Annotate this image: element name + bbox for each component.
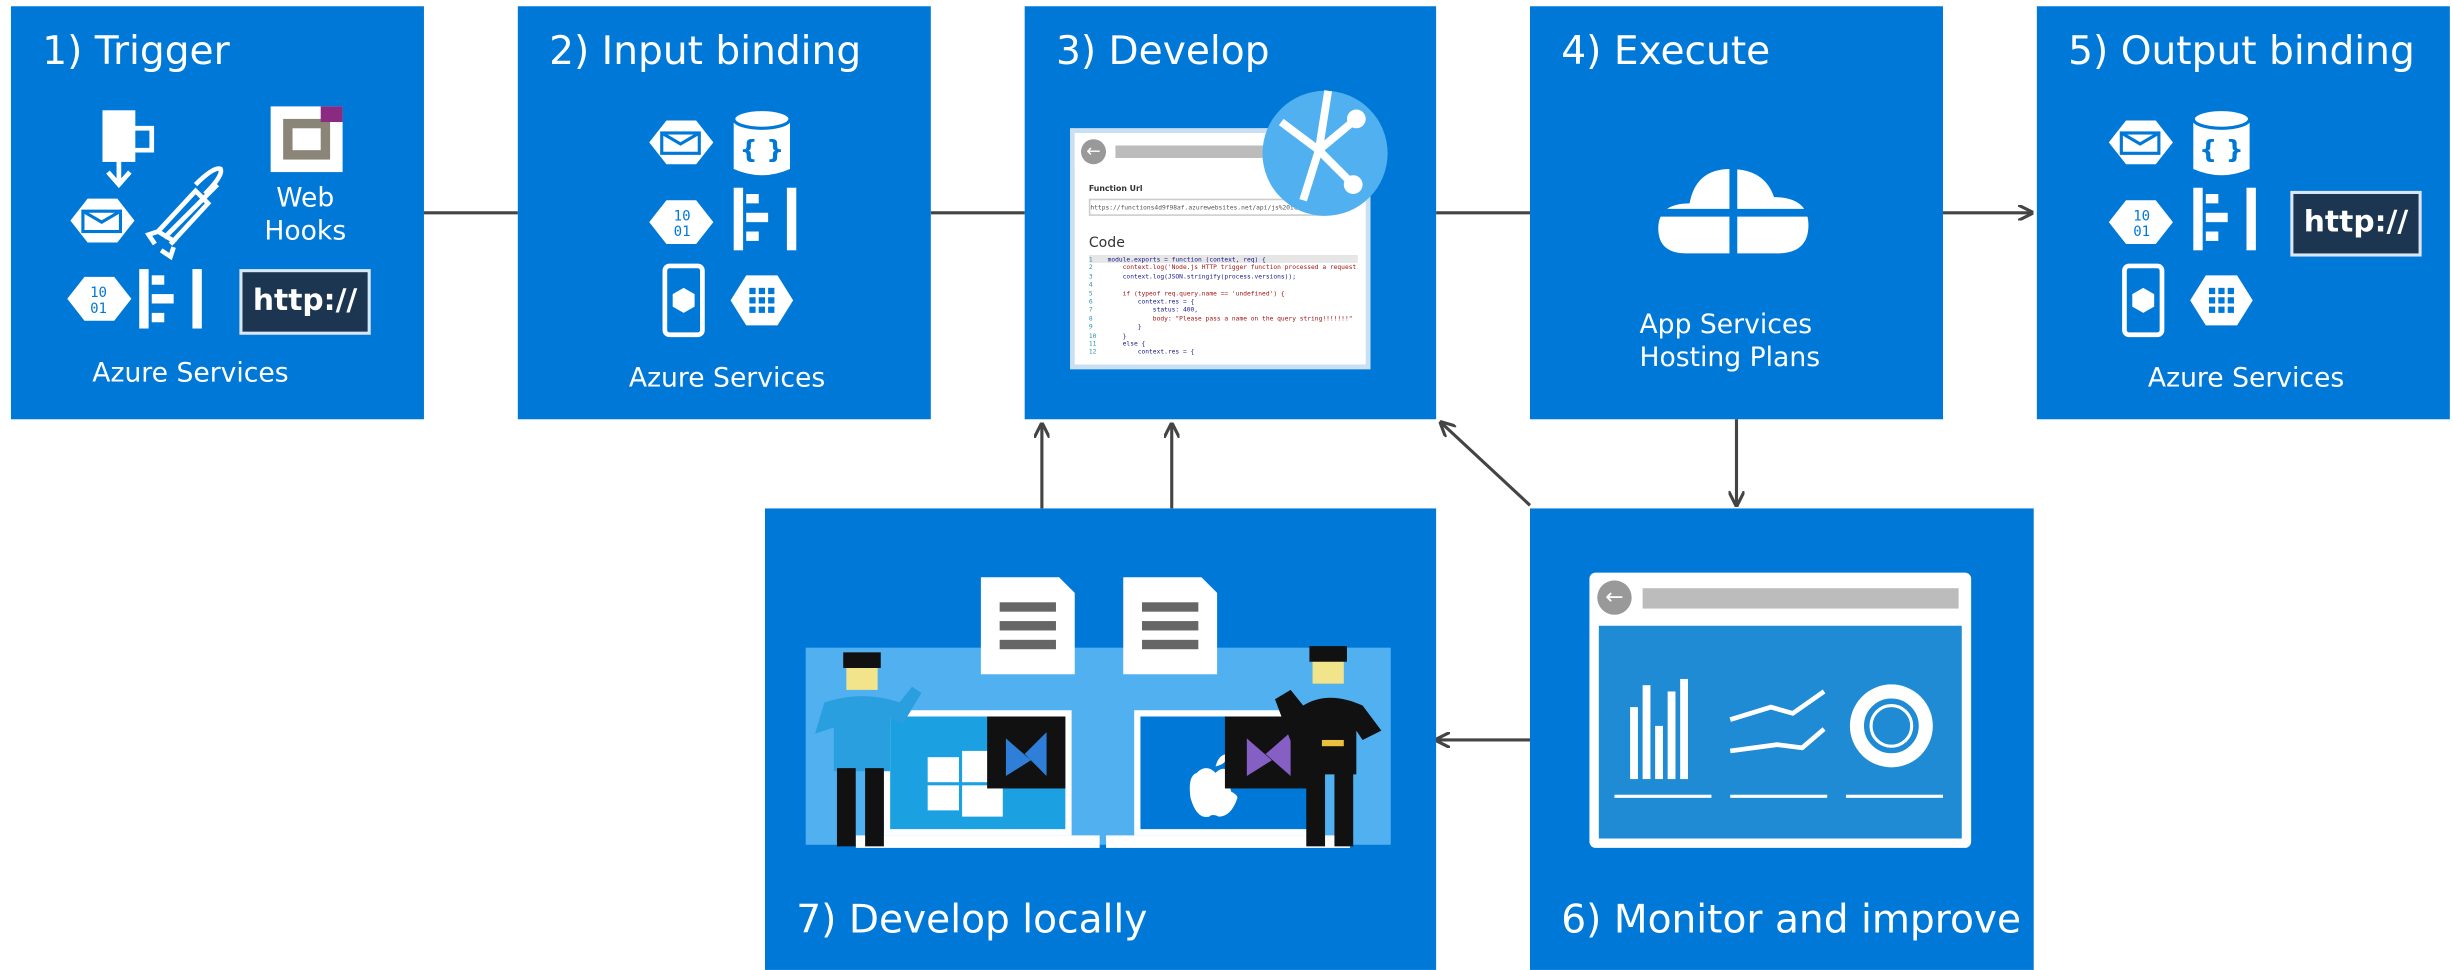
address-bar [1115,145,1272,159]
code-text: status: 400, [1107,305,1199,314]
person-developer-icon [815,652,922,847]
line-chart-icon [1729,689,1828,798]
cloud-icon [1658,168,1812,257]
line-number: 11 [1088,339,1097,348]
back-arrow-icon: ← [1081,139,1107,165]
code-text: context.log(JSON.stringify(process.versi… [1107,271,1296,280]
code-text: else { [1107,339,1146,348]
step-input-binding: 2) Input binding { } 10 01 Azure Service… [517,6,931,420]
line-number: 10 [1088,330,1097,339]
svg-text:{ }: { } [740,135,784,164]
code-line: 5 if (typeof req.query.name == 'undefine… [1089,289,1358,297]
line-number: 5 [1088,288,1093,297]
line-number: 12 [1088,347,1097,356]
step-title: 6) Monitor and improve [1561,896,2022,942]
code-line: 8 body: "Please pass a name on the query… [1089,314,1358,322]
line-number: 2 [1088,263,1093,272]
code-line: 12 context.res = { [1089,348,1358,356]
event-hub-icon [2193,187,2256,251]
caption-azure-services: Azure Services [2147,362,2345,395]
code-line: 3 context.log(JSON.stringify(process.ver… [1089,272,1358,280]
caption-azure-services: Azure Services [628,362,826,395]
table-grid-icon [2190,275,2253,326]
table-grid-icon [730,275,794,326]
function-download-icon [102,110,155,189]
code-line: 6 context.res = { [1089,297,1358,305]
code-text: if (typeof req.query.name == 'undefined'… [1107,288,1285,297]
code-line: 7 status: 400, [1089,306,1358,314]
monitor-dashboard-window: ← [1589,572,1972,848]
step-output-binding: 5) Output binding { } 10 01 http:// Azur… [2036,6,2450,420]
bar-chart-icon [1614,678,1712,798]
code-line: 10 } [1089,331,1358,339]
code-line: 1 module.exports = function (context, req… [1088,254,1358,264]
line-number: 4 [1088,280,1093,289]
workflow-diagram: 1) Trigger 10 01 Web Hooks http:// Azure… [0,0,2453,970]
back-arrow-icon: ← [1597,580,1632,615]
mobile-app-icon [2122,263,2165,338]
svg-text:01: 01 [674,224,691,240]
line-number: 9 [1088,322,1093,331]
json-database-icon: { } [732,107,792,176]
svg-text:{ }: { } [2199,135,2243,164]
svg-text:10: 10 [2133,209,2150,225]
dashboard-panel [1598,625,1962,839]
code-text: context.res = { [1107,297,1195,305]
svg-text:10: 10 [90,285,107,301]
line-number: 8 [1088,314,1093,322]
http-badge: http:// [239,269,371,335]
http-badge: http:// [2290,190,2422,257]
code-line: 11 else { [1089,339,1358,347]
arrow-monitor-to-develop [1441,422,1532,507]
code-text: body: "Please pass a name on the query s… [1107,314,1353,322]
line-number: 1 [1088,254,1093,263]
function-app-globe-icon [1262,90,1388,216]
step-title: 7) Develop locally [796,896,1148,942]
code-text: module.exports = function (context, req)… [1107,254,1266,263]
event-hub-icon [139,269,202,329]
binary-data-icon: 10 01 [67,276,132,321]
step-title: 3) Develop [1055,28,1270,74]
json-database-icon: { } [2191,107,2252,176]
svg-text:10: 10 [674,209,691,225]
svg-text:01: 01 [90,301,107,317]
code-text: } [1107,322,1142,331]
queue-message-icon [70,198,135,243]
caption-azure-services: Azure Services [92,358,289,390]
rocket-icon [144,166,224,261]
step-trigger: 1) Trigger 10 01 Web Hooks http:// Azure… [10,6,424,420]
function-url-label: Function Url [1088,184,1143,194]
svg-text:01: 01 [2133,224,2150,240]
donut-chart-icon [1845,684,1943,798]
line-number: 3 [1088,271,1093,280]
document-icon [1123,577,1218,675]
event-hub-icon [733,187,797,251]
step-title: 4) Execute [1561,28,1771,74]
queue-message-icon [649,120,714,165]
line-number: 6 [1088,297,1093,305]
code-line: 2 context.log('Node.js HTTP trigger func… [1089,263,1358,271]
document-icon [980,577,1075,675]
person-developer-icon [1274,646,1382,847]
step-monitor: ← 6) Monitor and improve [1529,508,2034,970]
binary-data-icon: 10 01 [2108,200,2173,245]
step-develop-locally: 7) Develop locally [764,508,1437,970]
address-bar [1642,588,1959,609]
code-label: Code [1088,236,1125,252]
step-develop: 3) Develop ← Function Url https://functi… [1024,6,1437,420]
binary-data-icon: 10 01 [649,200,714,245]
line-number: 7 [1088,305,1093,314]
code-text: } [1107,330,1127,339]
code-line: 9 } [1089,322,1358,330]
web-hooks-label: Web Hooks [264,183,347,248]
code-line: 4 [1089,280,1358,288]
code-text: context.res = { [1107,347,1195,356]
mobile-app-icon [662,263,705,338]
code-text: context.log('Node.js HTTP trigger functi… [1107,263,1358,272]
step-execute: 4) Execute App Services Hosting Plans [1529,6,1943,420]
queue-message-icon [2108,120,2173,165]
webhook-logo-icon [270,106,343,173]
caption-app-services: App Services Hosting Plans [1639,309,1821,374]
code-block: 1 module.exports = function (context, req… [1088,254,1358,365]
